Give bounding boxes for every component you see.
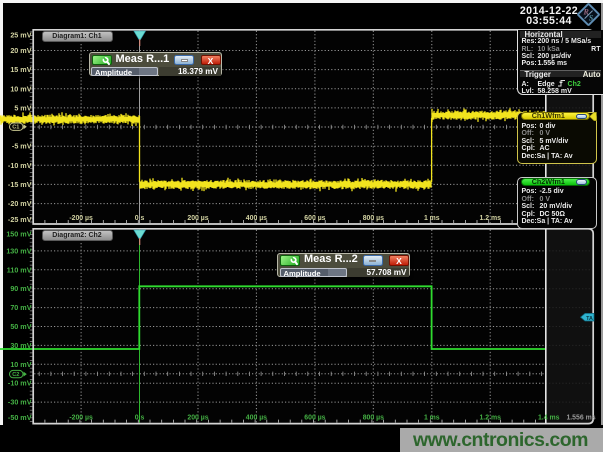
svg-text:1 ms: 1 ms bbox=[424, 215, 440, 222]
svg-text:-5 mV: -5 mV bbox=[12, 142, 32, 151]
svg-text:130 mV: 130 mV bbox=[6, 246, 31, 255]
svg-text:-15 mV: -15 mV bbox=[8, 180, 32, 189]
svg-text:15 mV: 15 mV bbox=[10, 65, 31, 74]
svg-text:25 mV: 25 mV bbox=[10, 30, 31, 39]
svg-text:S: S bbox=[589, 14, 594, 23]
svg-text:90 mV: 90 mV bbox=[10, 284, 31, 293]
svg-text:150 mV: 150 mV bbox=[6, 230, 31, 239]
svg-text:600 µs: 600 µs bbox=[304, 215, 325, 222]
svg-text:TA: TA bbox=[586, 316, 593, 322]
svg-text:400 µs: 400 µs bbox=[246, 415, 267, 422]
svg-text:600 µs: 600 µs bbox=[304, 415, 325, 422]
svg-text:1 ms: 1 ms bbox=[424, 415, 440, 422]
svg-text:200 µs: 200 µs bbox=[187, 215, 208, 222]
svg-text:70 mV: 70 mV bbox=[10, 303, 31, 312]
svg-text:800 µs: 800 µs bbox=[363, 415, 384, 422]
svg-text:-10 mV: -10 mV bbox=[8, 379, 32, 388]
svg-text:110 mV: 110 mV bbox=[7, 265, 32, 274]
svg-text:5 mV: 5 mV bbox=[14, 103, 31, 112]
svg-text:400 µs: 400 µs bbox=[246, 215, 267, 222]
svg-text:10 mV: 10 mV bbox=[10, 84, 31, 93]
svg-text:-25 mV: -25 mV bbox=[8, 215, 32, 224]
svg-text:-10 mV: -10 mV bbox=[8, 161, 32, 170]
svg-text:1.2 ms: 1.2 ms bbox=[479, 215, 501, 222]
svg-text:-200 µs: -200 µs bbox=[69, 415, 93, 422]
svg-text:C2: C2 bbox=[12, 372, 19, 378]
svg-text:800 µs: 800 µs bbox=[363, 215, 384, 222]
svg-text:1.556 ms: 1.556 ms bbox=[566, 415, 595, 422]
svg-text:-200 µs: -200 µs bbox=[69, 215, 93, 222]
svg-text:10 mV: 10 mV bbox=[10, 360, 31, 369]
svg-text:50 mV: 50 mV bbox=[10, 322, 31, 331]
svg-text:20 mV: 20 mV bbox=[10, 46, 31, 55]
svg-text:200 µs: 200 µs bbox=[187, 415, 208, 422]
svg-text:-20 mV: -20 mV bbox=[8, 199, 32, 208]
svg-text:C1: C1 bbox=[12, 125, 19, 131]
svg-text:-30 mV: -30 mV bbox=[8, 398, 32, 407]
svg-text:0 s: 0 s bbox=[135, 415, 145, 422]
svg-text:1.2 ms: 1.2 ms bbox=[479, 415, 501, 422]
svg-text:1.4 ms: 1.4 ms bbox=[538, 415, 560, 422]
svg-text:0 s: 0 s bbox=[135, 215, 145, 222]
svg-text:30 mV: 30 mV bbox=[10, 341, 31, 350]
svg-text:-50 mV: -50 mV bbox=[8, 413, 32, 422]
